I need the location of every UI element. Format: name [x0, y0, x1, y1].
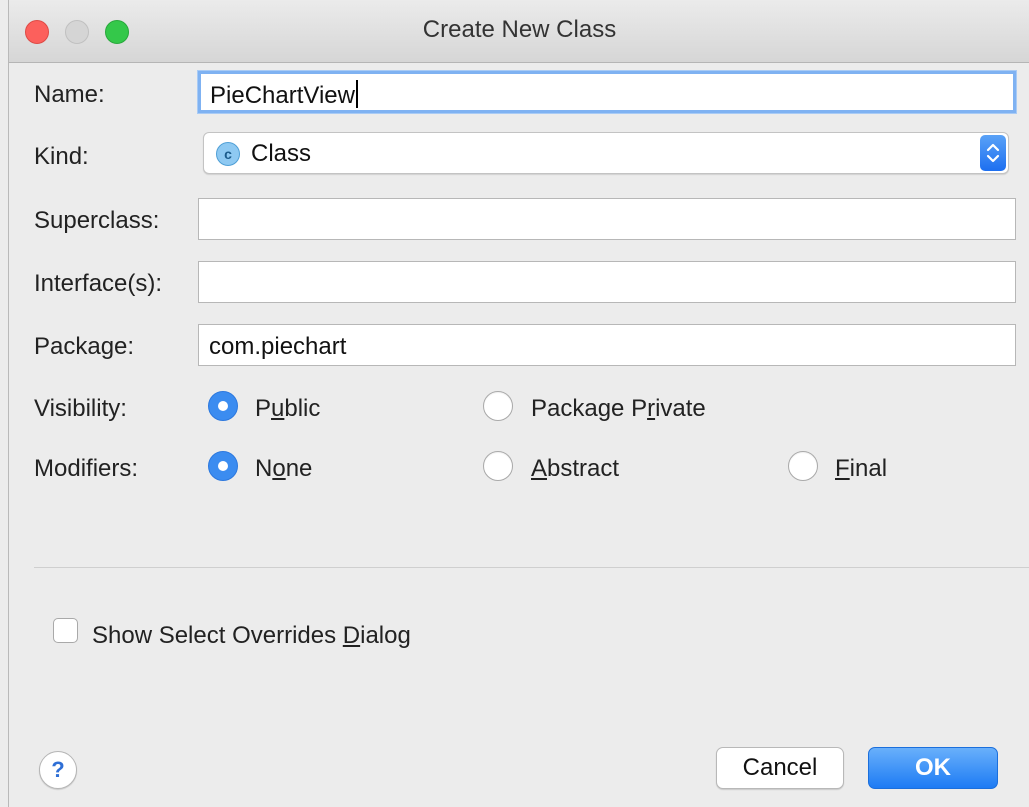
modifiers-abstract-radio[interactable] [483, 451, 513, 481]
show-overrides-label: Show Select Overrides Dialog [92, 622, 411, 649]
ok-button[interactable]: OK [868, 747, 998, 789]
visibility-public-radio[interactable] [208, 391, 238, 421]
kind-label: Kind: [34, 143, 89, 170]
select-stepper-icon [980, 135, 1006, 171]
superclass-field[interactable] [198, 198, 1016, 240]
package-label: Package: [34, 333, 135, 360]
title-bar: Create New Class [9, 0, 1029, 63]
kind-value: Class [251, 140, 312, 167]
interfaces-field[interactable] [198, 261, 1016, 303]
name-value: PieChartView [210, 82, 355, 109]
name-field[interactable]: PieChartView [198, 71, 1016, 113]
modifiers-abstract-label: Abstract [531, 455, 620, 482]
visibility-label: Visibility: [34, 395, 127, 422]
modifiers-none-radio[interactable] [208, 451, 238, 481]
modifiers-none-label: None [255, 455, 313, 482]
create-class-dialog: Create New Class Name: PieChartView Kind… [8, 0, 1029, 807]
window-title: Create New Class [422, 16, 617, 43]
visibility-package-private-radio[interactable] [483, 391, 513, 421]
visibility-package-private-label: Package Private [531, 395, 706, 422]
interfaces-label: Interface(s): [34, 270, 163, 297]
kind-select[interactable]: c Class [203, 132, 1009, 174]
superclass-label: Superclass: [34, 207, 160, 234]
class-c-icon: c [216, 142, 240, 166]
cancel-button[interactable]: Cancel [716, 747, 844, 789]
name-label: Name: [34, 81, 105, 108]
modifiers-label: Modifiers: [34, 455, 139, 482]
show-overrides-checkbox[interactable] [53, 618, 78, 643]
text-caret [355, 80, 358, 108]
help-button[interactable]: ? [39, 751, 77, 789]
visibility-public-label: Public [255, 395, 321, 422]
package-field[interactable]: com.piechart [198, 324, 1016, 366]
modifiers-final-label: Final [835, 455, 888, 482]
divider [34, 567, 1029, 568]
modifiers-final-radio[interactable] [788, 451, 818, 481]
